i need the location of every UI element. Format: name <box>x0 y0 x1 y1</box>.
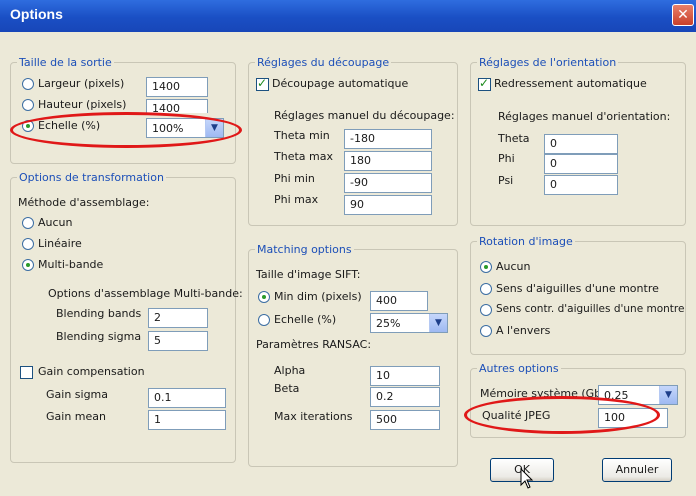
multiband-options-label: Options d'assemblage Multi-bande: <box>48 287 243 300</box>
beta-input[interactable]: 0.2 <box>370 387 440 407</box>
transform-legend: Options de transformation <box>19 171 164 184</box>
cropping-legend: Réglages du découpage <box>257 56 390 69</box>
min-dim-radio[interactable] <box>258 291 270 303</box>
auto-crop-label: Découpage automatique <box>272 77 409 90</box>
jpeg-highlight-ellipse <box>464 396 660 434</box>
min-dim-label: Min dim (pixels) <box>274 290 362 303</box>
theta-max-input[interactable]: 180 <box>344 151 432 171</box>
theta-max-label: Theta max <box>274 150 333 163</box>
rotation-none-radio[interactable] <box>480 261 492 273</box>
rotation-flip-radio[interactable] <box>480 325 492 337</box>
beta-label: Beta <box>274 382 300 395</box>
output-width-input[interactable]: 1400 <box>146 77 208 97</box>
matching-scale-label: Echelle (%) <box>274 313 337 326</box>
orientation-phi-label: Phi <box>498 152 515 165</box>
blending-bands-label: Blending bands <box>56 307 142 320</box>
rotation-group: Rotation d'image <box>470 235 686 355</box>
output-height-radio[interactable] <box>22 99 34 111</box>
blending-sigma-input[interactable]: 5 <box>148 331 208 351</box>
output-height-input[interactable]: 1400 <box>146 99 208 113</box>
orientation-theta-label: Theta <box>498 132 530 145</box>
min-dim-input[interactable]: 400 <box>370 291 428 311</box>
phi-max-input[interactable]: 90 <box>344 195 432 215</box>
auto-orientation-label: Redressement automatique <box>494 77 647 90</box>
gain-sigma-label: Gain sigma <box>46 388 109 401</box>
title-bar: Options ✕ <box>0 0 696 32</box>
dialog-client: Taille de la sortie Largeur (pixels) 140… <box>4 32 692 492</box>
gain-mean-input[interactable]: 1 <box>148 410 226 430</box>
alpha-label: Alpha <box>274 364 306 377</box>
orientation-psi-input[interactable]: 0 <box>544 175 618 195</box>
method-multiband-label: Multi-bande <box>38 258 104 271</box>
rotation-flip-label: A l'envers <box>496 324 551 337</box>
chevron-down-icon[interactable]: ▼ <box>659 386 677 404</box>
method-label: Méthode d'assemblage: <box>18 196 150 209</box>
manual-orientation-label: Réglages manuel d'orientation: <box>498 110 671 123</box>
theta-min-label: Theta min <box>274 129 330 142</box>
orientation-theta-input[interactable]: 0 <box>544 134 618 154</box>
phi-min-input[interactable]: -90 <box>344 173 432 193</box>
gain-compensation-checkbox[interactable] <box>20 366 33 379</box>
matching-legend: Matching options <box>257 243 352 256</box>
auto-crop-checkbox[interactable] <box>256 76 269 91</box>
rotation-legend: Rotation d'image <box>479 235 573 248</box>
options-dialog: Options ✕ Taille de la sortie Largeur (p… <box>0 0 696 496</box>
rotation-cw-radio[interactable] <box>480 283 492 295</box>
method-none-label: Aucun <box>38 216 73 229</box>
max-iterations-label: Max iterations <box>274 410 353 423</box>
output-size-legend: Taille de la sortie <box>19 56 112 69</box>
orientation-psi-label: Psi <box>498 174 514 187</box>
other-options-legend: Autres options <box>479 362 559 375</box>
method-linear-label: Linéaire <box>38 237 82 250</box>
method-none-radio[interactable] <box>22 217 34 229</box>
output-width-radio[interactable] <box>22 78 34 90</box>
max-iterations-input[interactable]: 500 <box>370 410 440 430</box>
dialog-title: Options <box>10 6 63 22</box>
manual-crop-label: Réglages manuel du découpage: <box>274 109 455 122</box>
phi-max-label: Phi max <box>274 193 319 206</box>
cancel-button[interactable]: Annuler <box>602 458 672 482</box>
blending-bands-input[interactable]: 2 <box>148 308 208 328</box>
rotation-cw-label: Sens d'aiguilles d'une montre <box>496 282 659 295</box>
rotation-none-label: Aucun <box>496 260 531 273</box>
output-height-label: Hauteur (pixels) <box>38 98 127 111</box>
alpha-input[interactable]: 10 <box>370 366 440 386</box>
matching-scale-value: 25% <box>376 317 401 330</box>
ransac-label: Paramètres RANSAC: <box>256 338 372 351</box>
orientation-legend: Réglages de l'orientation <box>479 56 617 69</box>
mouse-cursor-icon <box>520 468 534 489</box>
chevron-down-icon[interactable]: ▼ <box>429 314 447 332</box>
orientation-phi-input[interactable]: 0 <box>544 154 618 174</box>
rotation-ccw-label: Sens contr. d'aiguilles d'une montre <box>496 303 685 315</box>
method-multiband-radio[interactable] <box>22 259 34 271</box>
sift-size-label: Taille d'image SIFT: <box>256 268 361 281</box>
auto-orientation-checkbox[interactable] <box>478 76 491 91</box>
gain-sigma-input[interactable]: 0.1 <box>148 388 226 408</box>
matching-scale-select[interactable]: 25% ▼ <box>370 313 448 333</box>
rotation-ccw-radio[interactable] <box>480 304 492 316</box>
output-width-label: Largeur (pixels) <box>38 77 125 90</box>
matching-scale-radio[interactable] <box>258 314 270 326</box>
theta-min-input[interactable]: -180 <box>344 129 432 149</box>
scale-highlight-ellipse <box>10 112 242 148</box>
close-icon[interactable]: ✕ <box>672 4 694 26</box>
gain-mean-label: Gain mean <box>46 410 106 423</box>
blending-sigma-label: Blending sigma <box>56 330 142 343</box>
gain-compensation-label: Gain compensation <box>38 365 145 378</box>
phi-min-label: Phi min <box>274 172 315 185</box>
method-linear-radio[interactable] <box>22 238 34 250</box>
